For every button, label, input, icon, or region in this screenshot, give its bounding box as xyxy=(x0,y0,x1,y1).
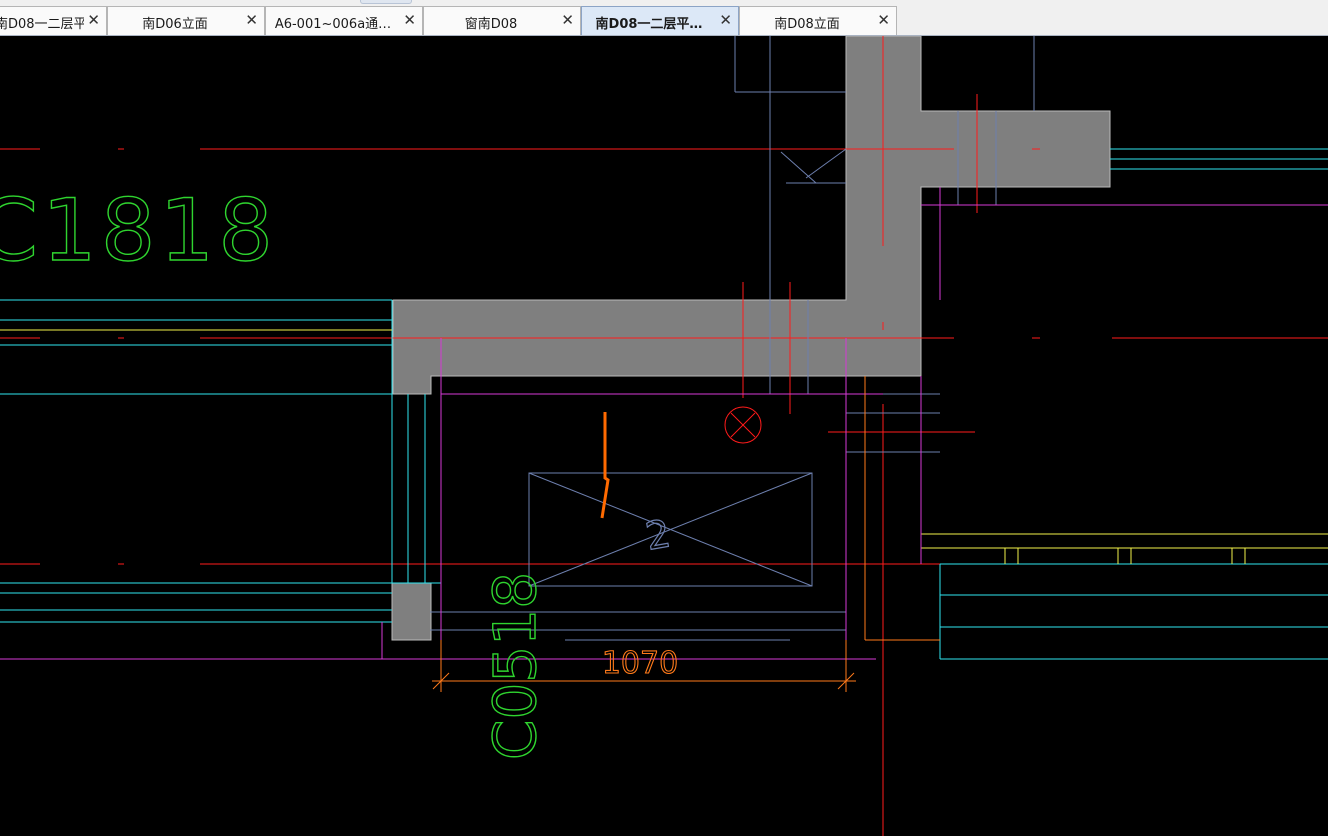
cad-drawing-svg[interactable]: 2 1070 C1818 C0518 xyxy=(0,36,1328,836)
document-tab-bar: 南D08一二层平… ✕ 南D06立面 ✕ A6-001~006a通… ✕ 窗南D… xyxy=(0,0,1328,36)
close-icon[interactable]: ✕ xyxy=(719,11,732,29)
close-icon[interactable]: ✕ xyxy=(87,11,100,29)
close-icon[interactable]: ✕ xyxy=(561,11,574,29)
tab-label: A6-001~006a通… xyxy=(274,17,392,32)
tab-label: 南D06立面 xyxy=(142,17,208,32)
tab-label: 南D08一二层平… xyxy=(595,17,703,32)
tab-label: 窗南D08 xyxy=(464,17,518,32)
tab-nan-d06-elevation[interactable]: 南D06立面 ✕ xyxy=(107,6,265,35)
tab-nan-d08-floor-plan-1[interactable]: 南D08一二层平… ✕ xyxy=(0,6,107,35)
tab-a6-001[interactable]: A6-001~006a通… ✕ xyxy=(265,6,423,35)
vertical-window-tag: C0518 xyxy=(481,572,549,760)
dimension-value: 1070 xyxy=(602,646,678,681)
drawing-background xyxy=(0,36,1328,836)
close-icon[interactable]: ✕ xyxy=(403,11,416,29)
column-stub xyxy=(391,582,432,641)
window-tag-label: C1818 xyxy=(0,181,277,281)
tab-window-nan-d08[interactable]: 窗南D08 ✕ xyxy=(423,6,581,35)
cad-drawing-canvas[interactable]: 2 1070 C1818 C0518 xyxy=(0,36,1328,836)
tab-scroll-indicator xyxy=(360,0,412,4)
close-icon[interactable]: ✕ xyxy=(245,11,258,29)
tab-nan-d08-elevation[interactable]: 南D08立面 ✕ xyxy=(739,6,897,35)
tab-label: 南D08立面 xyxy=(774,17,840,32)
close-icon[interactable]: ✕ xyxy=(877,11,890,29)
tab-label: 南D08一二层平… xyxy=(0,17,84,32)
tab-nan-d08-floor-plan-active[interactable]: 南D08一二层平… ✕ xyxy=(581,6,739,35)
